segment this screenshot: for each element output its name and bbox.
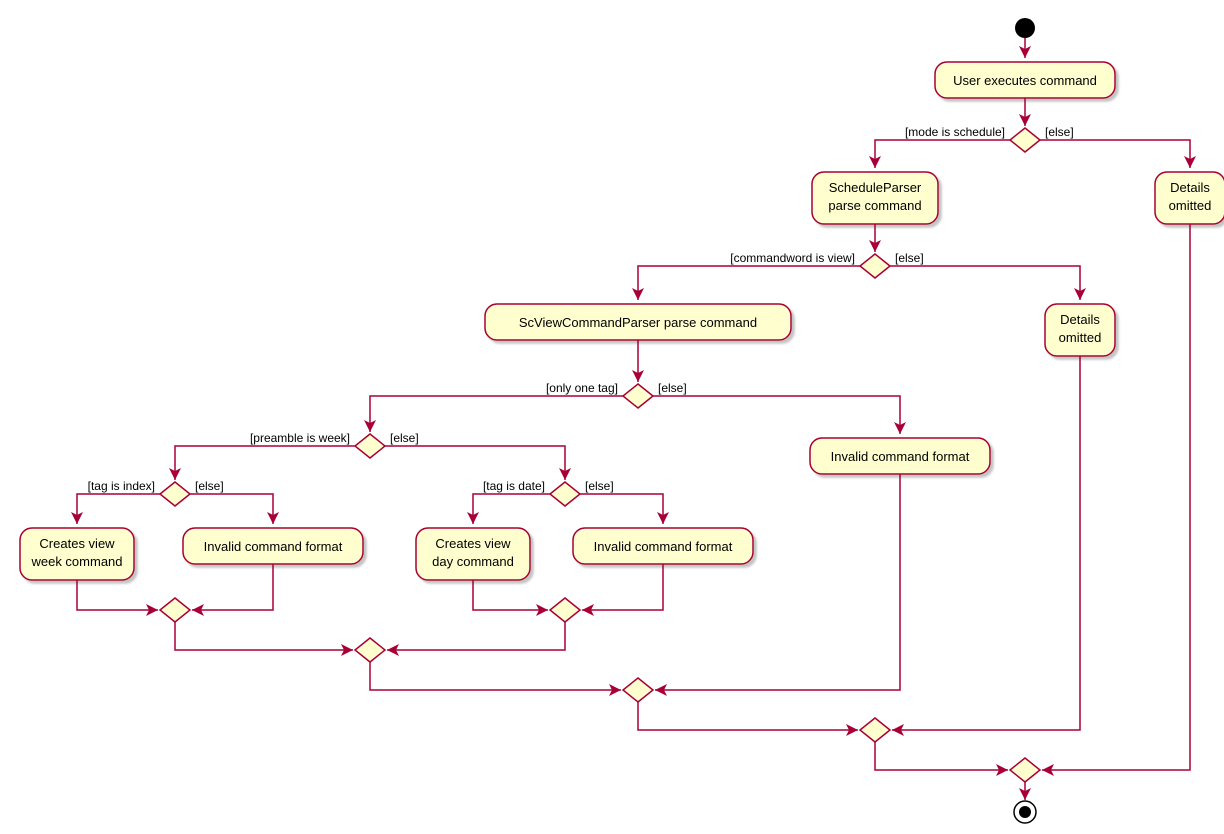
guard-tag-index-else: [else] [195,479,224,493]
schedule-parser-label1: ScheduleParser [829,180,922,195]
decision-mode [1010,128,1040,152]
decision-date [550,482,580,506]
guard-preamble-week: [preamble is week] [250,431,350,445]
guard-mode-schedule: [mode is schedule] [905,125,1005,139]
start-node [1015,18,1035,38]
guard-tag-date-else: [else] [585,479,614,493]
guard-view-else: [else] [895,251,924,265]
invalid-format-1-label: Invalid command format [204,539,343,554]
decision-index [160,482,190,506]
merge-date [550,598,580,622]
schedule-parser-label2: parse command [828,198,921,213]
guard-view: [commandword is view] [730,251,855,265]
merge-mode [1010,758,1040,782]
invalid-format-2-label: Invalid command format [594,539,733,554]
activity-diagram: User executes command [mode is schedule]… [0,0,1224,834]
merge-preamble [355,638,385,662]
creates-day-label2: day command [432,554,514,569]
guard-tag-index: [tag is index] [88,479,155,493]
creates-week-label2: week command [30,554,122,569]
merge-index [160,598,190,622]
details-omitted-1-label1: Details [1170,180,1210,195]
details-omitted-2-label2: omitted [1059,330,1102,345]
decision-preamble [355,434,385,458]
merge-tag [623,678,653,702]
details-omitted-1-label2: omitted [1169,198,1212,213]
user-executes-command-label: User executes command [953,73,1097,88]
guard-tag-date: [tag is date] [483,479,545,493]
scview-parser-label: ScViewCommandParser parse command [519,315,757,330]
merge-view [860,718,890,742]
creates-day-label1: Creates view [435,536,511,551]
guard-mode-else: [else] [1045,125,1074,139]
decision-tag [623,384,653,408]
guard-onetag: [only one tag] [546,381,618,395]
details-omitted-2-label1: Details [1060,312,1100,327]
creates-week-label1: Creates view [39,536,115,551]
invalid-format-3-label: Invalid command format [831,449,970,464]
guard-preamble-else: [else] [390,431,419,445]
decision-view [860,254,890,278]
guard-onetag-else: [else] [658,381,687,395]
